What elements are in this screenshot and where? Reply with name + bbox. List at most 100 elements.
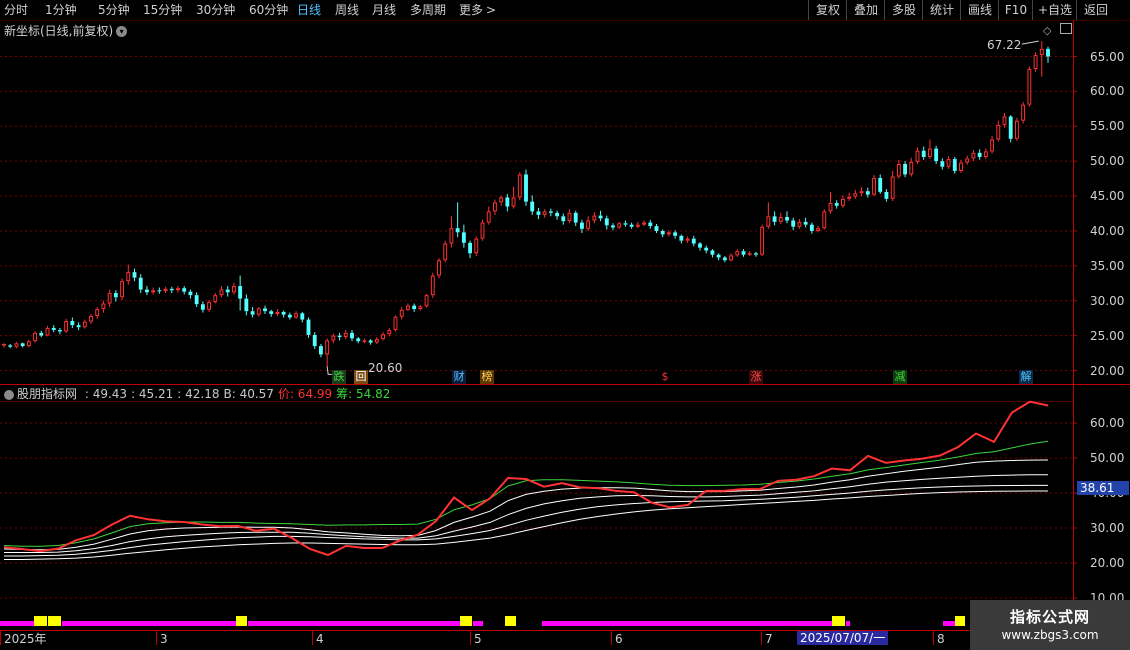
candle-body [20,343,25,347]
candle [791,217,796,231]
signal-bar-yellow [955,616,965,626]
candle-body [909,161,914,175]
candle [1046,46,1050,63]
candle [1039,41,1044,77]
stock-title: 新坐标(日线,前复权) [4,24,114,38]
signal-bar-magenta [943,621,955,626]
candle [232,282,236,295]
candle [847,192,852,201]
candle [903,161,907,178]
candle-body [443,243,448,261]
candle-body [406,305,410,310]
candle-body [474,238,479,254]
candle [163,286,168,294]
candle-body [952,159,957,171]
event-marker[interactable]: 跌 [332,370,346,384]
date-label: 3 [160,632,168,646]
candles [2,41,1050,367]
candle-body [312,334,317,347]
candle [499,195,504,206]
indicator-settings-icon[interactable] [4,389,14,400]
candle [747,251,752,257]
window-toggle-icon[interactable] [1060,23,1072,34]
candle-body [250,311,255,315]
candle-body [269,311,274,314]
candle [710,249,715,258]
candle [120,278,124,301]
main-axis-label: 25.00 [1090,328,1125,343]
candle-body [499,197,504,203]
candle [679,234,684,244]
event-marker[interactable]: $ [658,370,672,384]
signal-bar-yellow [832,616,845,626]
candle-body [26,341,31,347]
candle [430,272,435,298]
candle [890,170,895,201]
candle-body [803,221,808,225]
candle-body [1021,104,1026,121]
candle [841,195,845,208]
candle-body [928,148,932,157]
event-marker[interactable]: 榜 [480,370,494,384]
indicator-axis-label: 20.00 [1090,556,1125,570]
candle [828,191,833,214]
candle-body [275,311,280,314]
candle [573,210,578,227]
candle-body [306,319,311,335]
diamond-icon[interactable]: ◇ [1043,24,1051,38]
candle-body [424,295,429,307]
candle-body [741,251,746,255]
candle [809,222,814,234]
candle [294,311,298,319]
candle-body [1046,48,1050,57]
candle [368,339,373,345]
candle-body [455,228,460,233]
event-marker[interactable]: 涨 [749,370,763,384]
indicator-axis-label: 30.00 [1090,521,1125,535]
signal-bar-yellow [505,616,516,626]
candle [20,342,25,348]
candle-body [281,311,286,315]
candle-body [300,313,305,320]
candle-body [865,191,870,195]
watermark-logo: 指标公式网 www.zbgs3.com [970,600,1130,650]
candle-body [113,293,118,298]
candle-body [629,224,634,227]
candle-body [337,335,342,338]
candle [263,305,267,314]
indicator-header[interactable]: 股朋指标网 : 49.43: 45.21: 42.18 B: 40.57 价: 64… [4,387,390,401]
event-marker[interactable]: 减 [893,370,907,384]
signal-bar-magenta [0,621,34,626]
indicator-grid [0,422,1077,599]
candle-body [561,216,566,222]
candle [225,286,230,297]
main-panel-title[interactable]: 新坐标(日线,前复权) ▾ [4,24,128,38]
candle-body [834,203,839,206]
candle-body [990,139,994,152]
candle-body [809,224,814,231]
candle [188,289,193,299]
candle-body [207,302,211,310]
candle-body [828,203,833,212]
candle [778,212,783,224]
candle [698,242,702,251]
kline-chart[interactable] [0,0,1130,650]
candle [1027,66,1032,107]
event-marker[interactable]: 回 [354,370,368,384]
candle [921,146,926,160]
candle [8,343,13,349]
candle [729,253,733,262]
event-marker[interactable]: 解 [1019,370,1033,384]
main-axis-label: 45.00 [1090,189,1125,204]
candle [797,219,802,229]
event-marker[interactable]: 财 [452,370,466,384]
candle [26,339,31,348]
main-axis-label: 55.00 [1090,119,1125,134]
signal-bars [0,616,965,626]
candle [934,145,939,164]
candle-body [654,226,659,231]
signal-bar-magenta [846,621,850,626]
candle [337,332,342,341]
chevron-down-icon[interactable]: ▾ [116,26,128,37]
candle [1021,101,1026,124]
